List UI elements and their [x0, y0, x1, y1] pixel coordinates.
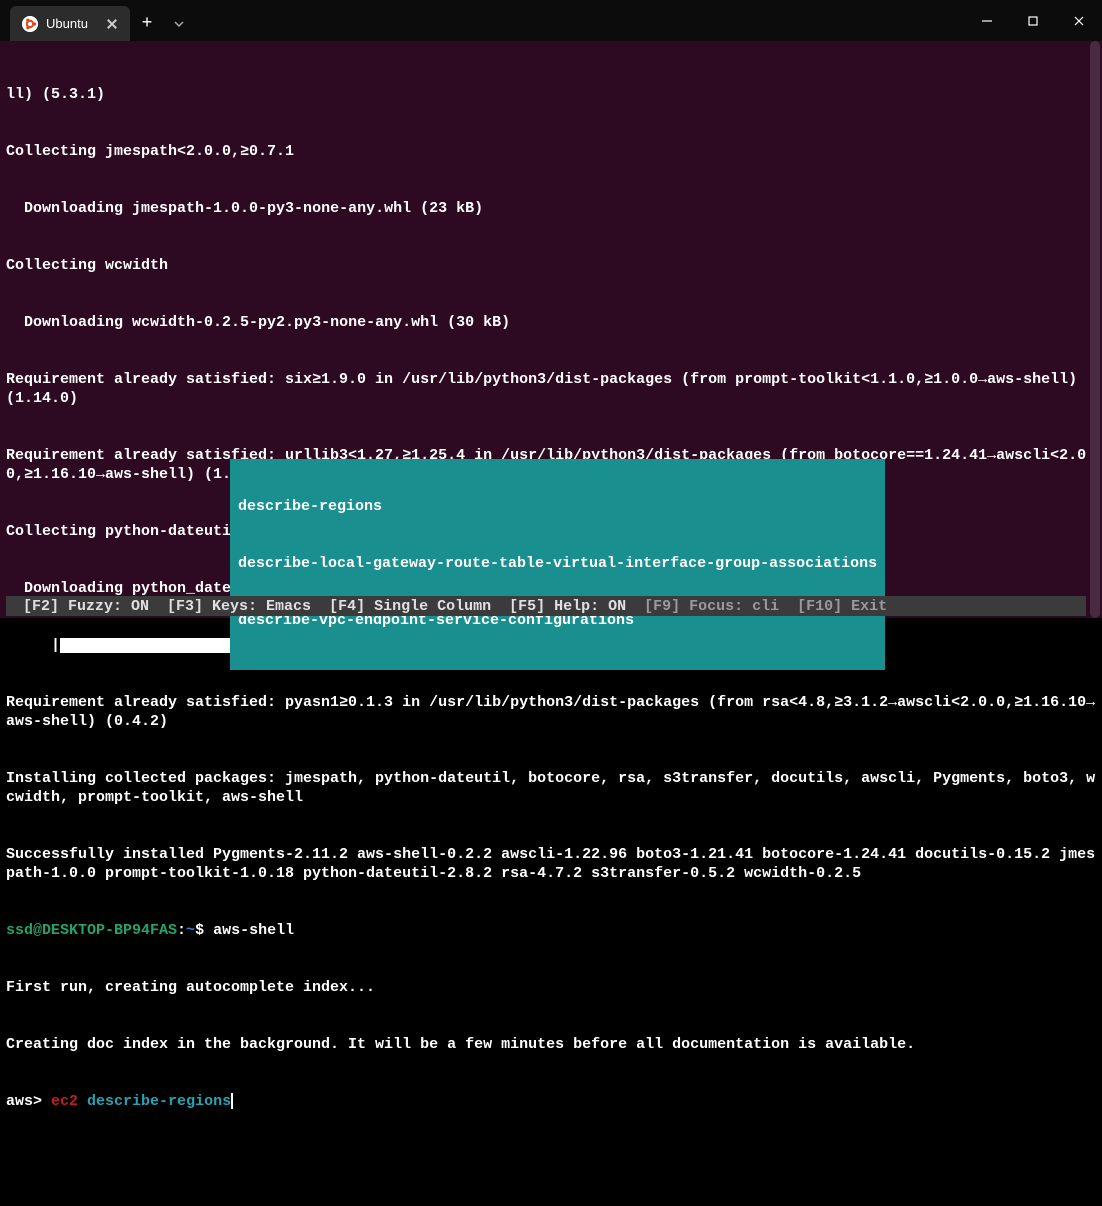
scrollbar[interactable]: [1088, 41, 1102, 618]
tab-strip: Ubuntu +: [0, 0, 194, 41]
prompt-command: aws-shell: [213, 922, 294, 939]
status-f10[interactable]: [F10] Exit: [788, 597, 896, 616]
status-f4[interactable]: [F4] Single Column: [320, 597, 500, 616]
status-f5[interactable]: [F5] Help: ON: [500, 597, 635, 616]
autocomplete-item[interactable]: describe-local-gateway-route-table-virtu…: [238, 554, 877, 573]
tab-dropdown-icon[interactable]: [164, 6, 194, 41]
output-line: ll) (5.3.1): [6, 85, 1096, 104]
ubuntu-icon: [22, 16, 38, 32]
minimize-button[interactable]: [964, 0, 1010, 41]
status-bar: [F2] Fuzzy: ON [F3] Keys: Emacs [F4] Sin…: [6, 596, 1086, 616]
output-line: Downloading jmespath-1.0.0-py3-none-any.…: [6, 199, 1096, 218]
aws-prompt-line[interactable]: aws> ec2 describe-regions: [6, 1092, 1096, 1111]
prompt-path: ~: [186, 922, 195, 939]
aws-action: describe-regions: [87, 1093, 231, 1110]
scrollbar-thumb[interactable]: [1090, 41, 1100, 618]
status-f9[interactable]: [F9] Focus: cli: [635, 597, 788, 616]
prompt-dollar: $: [195, 922, 213, 939]
prompt-user: ssd@DESKTOP-BP94FAS: [6, 922, 177, 939]
tab-close-icon[interactable]: [106, 18, 118, 30]
aws-prompt: aws>: [6, 1093, 51, 1110]
output-line: Creating doc index in the background. It…: [6, 1035, 1096, 1054]
output-line: Requirement already satisfied: pyasn1≥0.…: [6, 693, 1096, 731]
close-button[interactable]: [1056, 0, 1102, 41]
output-line: Collecting wcwidth: [6, 256, 1096, 275]
status-f3[interactable]: [F3] Keys: Emacs: [158, 597, 320, 616]
prompt-colon: :: [177, 922, 186, 939]
text-cursor: [231, 1093, 233, 1109]
output-line: Collecting jmespath<2.0.0,≥0.7.1: [6, 142, 1096, 161]
output-line: Requirement already satisfied: six≥1.9.0…: [6, 370, 1096, 408]
tab-ubuntu[interactable]: Ubuntu: [10, 6, 130, 41]
terminal-viewport[interactable]: ll) (5.3.1) Collecting jmespath<2.0.0,≥0…: [0, 41, 1102, 618]
space: [78, 1093, 87, 1110]
status-f2[interactable]: [F2] Fuzzy: ON: [14, 597, 158, 616]
tab-title: Ubuntu: [46, 16, 88, 31]
output-line: First run, creating autocomplete index..…: [6, 978, 1096, 997]
autocomplete-popup[interactable]: describe-regions describe-local-gateway-…: [230, 459, 885, 670]
output-line: Installing collected packages: jmespath,…: [6, 769, 1096, 807]
window-controls: [964, 0, 1102, 41]
shell-prompt-line: ssd@DESKTOP-BP94FAS:~$ aws-shell: [6, 921, 1096, 940]
new-tab-button[interactable]: +: [130, 6, 164, 41]
maximize-button[interactable]: [1010, 0, 1056, 41]
autocomplete-item[interactable]: describe-regions: [238, 497, 877, 516]
titlebar: Ubuntu +: [0, 0, 1102, 41]
output-line: Downloading wcwidth-0.2.5-py2.py3-none-a…: [6, 313, 1096, 332]
output-line: Successfully installed Pygments-2.11.2 a…: [6, 845, 1096, 883]
aws-service: ec2: [51, 1093, 78, 1110]
